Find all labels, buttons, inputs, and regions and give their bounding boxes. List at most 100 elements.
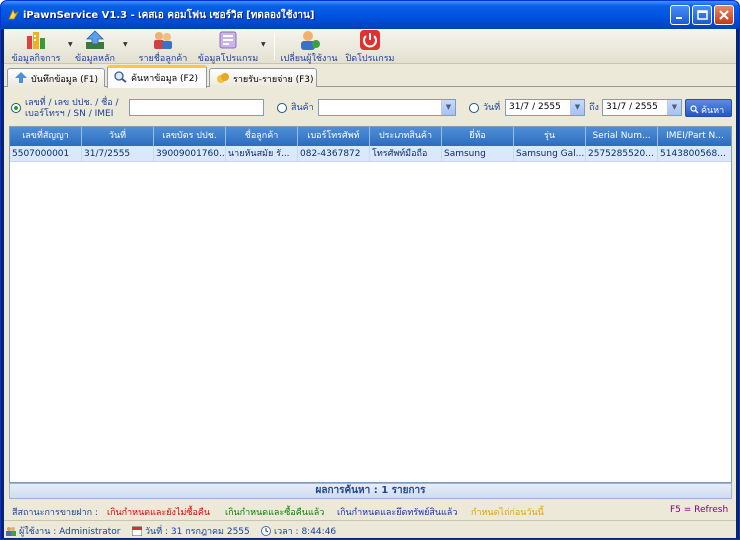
status-legend: สีสถานะการขายฝาก : เกินกำหนดและยังไม่ซื้… [4, 503, 736, 518]
switch-user-button[interactable]: เปลี่ยนผู้ใช้งาน [278, 30, 340, 64]
switch-user-label: เปลี่ยนผู้ใช้งาน [280, 54, 338, 64]
date-to-value: 31/7 / 2555 [606, 102, 658, 112]
app-icon [8, 9, 19, 20]
date-to-label: ถึง [589, 103, 599, 113]
search-button[interactable]: ค้นหา [685, 99, 732, 117]
status-user-text: ผู้ใช้งาน : Administrator [19, 527, 121, 537]
search-by-id-radio[interactable] [11, 103, 21, 113]
clock-icon [261, 526, 271, 536]
table-row[interactable]: 5507000001 31/7/2555 39009001760... นายหันส… [10, 146, 731, 162]
legend-overdue-seized: เกินกำหนดและยึดทรัพย์สินแล้ว [337, 508, 458, 518]
table-cell[interactable]: 5143800568... [658, 146, 731, 162]
results-table[interactable]: เลขที่สัญญา วันที่ เลขบัตร ปปช. ชื่อลูกค้าเ… [9, 126, 732, 483]
date-to-picker[interactable]: 31/7 / 2555 ▼ [602, 99, 682, 116]
master-data-label: ข้อมูลหลัก [75, 54, 115, 64]
refresh-hint: F5 = Refresh [670, 505, 729, 515]
tab-search-label: ค้นหาข้อมูล (F2) [131, 74, 198, 84]
power-icon [360, 30, 380, 50]
table-cell[interactable]: นายหันสมัย รั... [226, 146, 298, 162]
chevron-down-icon[interactable]: ▼ [261, 41, 266, 48]
status-bar: ผู้ใช้งาน : Administrator วันที่ : 31 กร… [4, 520, 736, 538]
program-info-button[interactable]: ข้อมูลโปรแกรม ▼ [195, 30, 266, 64]
program-info-label: ข้อมูลโปรแกรม [197, 54, 259, 64]
close-button[interactable] [714, 5, 734, 25]
money-icon [217, 73, 229, 83]
tab-strip: บันทึกข้อมูล (F1) ค้นหาข้อมูล (F2) รายรั… [4, 65, 736, 88]
search-by-product-radio[interactable] [277, 103, 287, 113]
search-by-date-radio[interactable] [469, 103, 479, 113]
column-header[interactable]: วันที่ [82, 127, 154, 146]
date-from-value: 31/7 / 2555 [509, 102, 561, 112]
minimize-icon [676, 17, 682, 19]
master-data-button[interactable]: ข้อมูลหลัก ▼ [72, 30, 128, 64]
legend-due-before-today: กำหนดไถ่ก่อนวันนี้ [471, 508, 544, 518]
table-cell[interactable]: 5507000001 [10, 146, 82, 162]
chevron-down-icon[interactable]: ▼ [441, 100, 455, 115]
business-info-label: ข้อมูลกิจการ [11, 54, 61, 64]
chevron-down-icon[interactable]: ▼ [570, 100, 584, 115]
close-icon [719, 10, 729, 20]
column-header[interactable]: ประเภทสินค้า [370, 127, 442, 146]
record-icon [15, 72, 27, 83]
result-count: ผลการค้นหา : 1 รายการ [9, 483, 732, 499]
tab-income-expense[interactable]: รายรับ-รายจ่าย (F3) [209, 68, 317, 87]
app-window: iPawnService V1.3 - เคสเอ คอมโฟน เซอร์วิ… [0, 0, 740, 540]
customer-list-button[interactable]: รายชื่อลูกค้า [135, 30, 191, 64]
main-toolbar: ข้อมูลกิจการ ▼ ข้อมูลหลัก ▼ รายชื่อลูกค้… [4, 29, 736, 64]
customer-list-label: รายชื่อลูกค้า [138, 54, 188, 64]
upload-arrow-icon [86, 30, 104, 49]
column-header[interactable]: เลขบัตร ปปช. [154, 127, 226, 146]
legend-overdue-not-redeemed: เกินกำหนดและยังไม่ซื้อคืน [107, 508, 211, 518]
search-icon [114, 71, 127, 83]
client-area: ข้อมูลกิจการ ▼ ข้อมูลหลัก ▼ รายชื่อลูกค้… [4, 29, 736, 538]
column-header[interactable]: ชื่อลูกค้า [226, 127, 298, 146]
users-icon [6, 527, 16, 536]
status-time-text: เวลา : 8:44:46 [274, 527, 337, 537]
minimize-button[interactable] [670, 5, 690, 25]
chevron-down-icon[interactable]: ▼ [123, 41, 128, 48]
search-by-id-label-line2: เบอร์โทรฯ / SN / IMEI [25, 109, 114, 119]
customers-icon [154, 32, 172, 49]
legend-overdue-redeemed: เกินกำหนดและซื้อคืนแล้ว [225, 508, 325, 518]
status-date: วันที่ : 31 กรกฎาคม 2555 [132, 524, 250, 538]
table-cell[interactable]: 31/7/2555 [82, 146, 154, 162]
table-header: เลขที่สัญญา วันที่ เลขบัตร ปปช. ชื่อลูกค้าเ… [10, 127, 731, 146]
table-cell[interactable]: Samsung [442, 146, 514, 162]
search-button-label: ค้นหา [701, 106, 725, 116]
tab-search[interactable]: ค้นหาข้อมูล (F2) [107, 65, 207, 88]
exit-program-label: ปิดโปรแกรม [345, 54, 395, 64]
status-time: เวลา : 8:44:46 [261, 524, 336, 538]
maximize-button[interactable] [692, 5, 712, 25]
calendar-icon [132, 526, 142, 536]
maximize-icon [697, 10, 708, 20]
status-user: ผู้ใช้งาน : Administrator [6, 524, 120, 538]
title-bar[interactable]: iPawnService V1.3 - เคสเอ คอมโฟน เซอร์วิ… [1, 1, 739, 29]
switch-user-icon [301, 31, 320, 50]
column-header[interactable]: Serial Num... [586, 127, 658, 146]
tab-record[interactable]: บันทึกข้อมูล (F1) [7, 68, 105, 87]
program-info-icon [219, 31, 237, 49]
table-cell[interactable]: 082-4367872 [298, 146, 370, 162]
legend-title: สีสถานะการขายฝาก : [12, 508, 98, 518]
table-cell[interactable]: Samsung Gal... [514, 146, 586, 162]
column-header[interactable]: รุ่น [514, 127, 586, 146]
search-text-input[interactable] [129, 99, 264, 116]
search-icon [690, 105, 699, 114]
column-header[interactable]: เบอร์โทรศัพท์ [298, 127, 370, 146]
column-header[interactable]: เลขที่สัญญา [10, 127, 82, 146]
chevron-down-icon[interactable]: ▼ [667, 100, 681, 115]
date-from-picker[interactable]: 31/7 / 2555 ▼ [505, 99, 585, 116]
column-header[interactable]: ยี่ห้อ [442, 127, 514, 146]
exit-program-button[interactable]: ปิดโปรแกรม [344, 30, 396, 64]
table-cell[interactable]: 39009001760... [154, 146, 226, 162]
tab-income-expense-label: รายรับ-รายจ่าย (F3) [233, 75, 314, 85]
product-select[interactable]: ▼ [318, 99, 456, 116]
building-icon [27, 32, 45, 49]
table-cell[interactable]: 2575285520... [586, 146, 658, 162]
business-info-button[interactable]: ข้อมูลกิจการ ▼ [10, 30, 73, 64]
tab-record-label: บันทึกข้อมูล (F1) [31, 75, 99, 85]
column-header[interactable]: IMEI/Part N... [658, 127, 731, 146]
table-cell[interactable]: โทรศัพท์มือถือ [370, 146, 442, 162]
search-by-id-label: เลขที่ / เลข ปปช. / ชื่อ / เบอร์โทรฯ / S… [25, 98, 119, 120]
search-panel: เลขที่ / เลข ปปช. / ชื่อ / เบอร์โทรฯ / S… [4, 88, 736, 122]
